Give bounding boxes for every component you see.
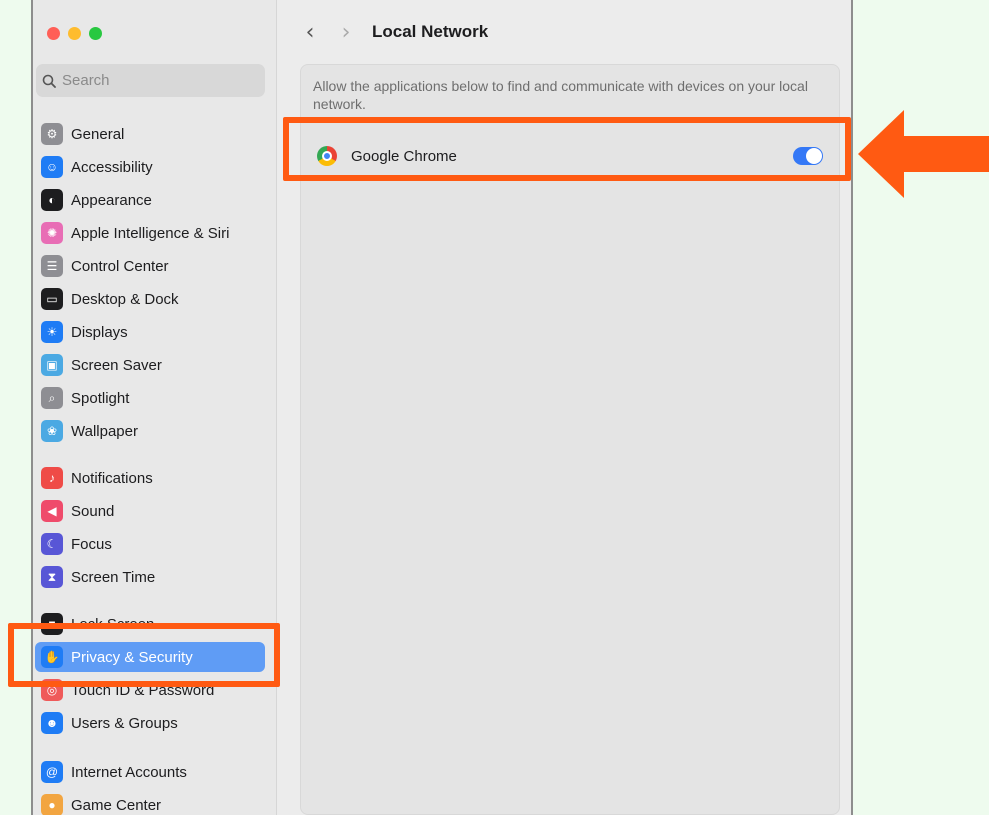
hourglass-icon: ⧗ <box>41 566 63 588</box>
gear-icon: ⚙ <box>41 123 63 145</box>
zoom-window-button[interactable] <box>89 27 102 40</box>
page-title: Local Network <box>372 22 489 41</box>
titlebar: ‹ › Local Network <box>278 0 851 64</box>
bell-icon: ♪ <box>41 467 63 489</box>
sidebar-item-focus[interactable]: ☾ Focus <box>35 529 265 559</box>
sidebar-item-game-center[interactable]: ● Game Center <box>35 790 265 815</box>
search-icon <box>42 74 56 88</box>
sidebar-item-label: Apple Intelligence & Siri <box>71 224 230 242</box>
forward-button[interactable]: › <box>328 20 364 45</box>
speaker-icon: ◀ <box>41 500 63 522</box>
back-button[interactable]: ‹ <box>292 20 328 45</box>
sidebar-item-label: Screen Time <box>71 568 156 586</box>
sidebar-item-label: Users & Groups <box>71 714 178 732</box>
sidebar-item-control-center[interactable]: ☰ Control Center <box>35 251 265 281</box>
sidebar-item-general[interactable]: ⚙ General <box>35 119 265 149</box>
sidebar-item-appearance[interactable]: ◐ Appearance <box>35 185 265 215</box>
sidebar-item-spotlight[interactable]: ⌕ Spotlight <box>35 383 265 413</box>
sidebar-item-users-groups[interactable]: ☻ Users & Groups <box>35 708 265 738</box>
sidebar-item-wallpaper[interactable]: ❀ Wallpaper <box>35 416 265 446</box>
sidebar-item-screen-time[interactable]: ⧗ Screen Time <box>35 562 265 592</box>
search-input[interactable]: Search <box>36 64 265 97</box>
sidebar-item-notifications[interactable]: ♪ Notifications <box>35 463 265 493</box>
screen-saver-icon: ▣ <box>41 354 63 376</box>
panel-description: Allow the applications below to find and… <box>313 78 808 112</box>
siri-icon: ✺ <box>41 222 63 244</box>
chrome-row-highlight <box>283 117 851 181</box>
at-icon: @ <box>41 761 63 783</box>
sidebar-item-label: Spotlight <box>71 389 130 407</box>
magnifier-icon: ⌕ <box>41 387 63 409</box>
sidebar-item-apple-intelligence-siri[interactable]: ✺ Apple Intelligence & Siri <box>35 218 265 248</box>
sidebar-item-label: Appearance <box>71 191 152 209</box>
search-placeholder: Search <box>62 72 110 89</box>
dock-icon: ▭ <box>41 288 63 310</box>
wallpaper-icon: ❀ <box>41 420 63 442</box>
sidebar-item-label: Sound <box>71 502 115 520</box>
game-center-icon: ● <box>41 794 63 815</box>
sidebar-item-label: Internet Accounts <box>71 763 187 781</box>
sidebar-item-label: General <box>71 125 125 143</box>
close-window-button[interactable] <box>47 27 60 40</box>
sidebar: Search ⚙ General ☺ Accessibility ◐ Appearance… <box>33 0 277 815</box>
sidebar-item-screen-saver[interactable]: ▣ Screen Saver <box>35 350 265 380</box>
appearance-icon: ◐ <box>41 189 63 211</box>
sidebar-item-label: Control Center <box>71 257 169 275</box>
control-center-icon: ☰ <box>41 255 63 277</box>
sidebar-item-accessibility[interactable]: ☺ Accessibility <box>35 152 265 182</box>
minimize-window-button[interactable] <box>68 27 81 40</box>
sidebar-item-label: Wallpaper <box>71 422 138 440</box>
annotation-arrow-icon <box>858 110 989 198</box>
sidebar-item-internet-accounts[interactable]: @ Internet Accounts <box>35 757 265 787</box>
sidebar-item-label: Accessibility <box>71 158 153 176</box>
users-icon: ☻ <box>41 712 63 734</box>
moon-icon: ☾ <box>41 533 63 555</box>
sidebar-item-displays[interactable]: ☀ Displays <box>35 317 265 347</box>
sidebar-item-label: Notifications <box>71 469 153 487</box>
sidebar-item-sound[interactable]: ◀ Sound <box>35 496 265 526</box>
traffic-lights <box>47 27 102 40</box>
sidebar-item-label: Desktop & Dock <box>71 290 179 308</box>
sun-icon: ☀ <box>41 321 63 343</box>
sidebar-item-desktop-dock[interactable]: ▭ Desktop & Dock <box>35 284 265 314</box>
sidebar-item-label: Displays <box>71 323 128 341</box>
privacy-security-highlight <box>8 623 280 687</box>
sidebar-item-label: Screen Saver <box>71 356 162 374</box>
accessibility-icon: ☺ <box>41 156 63 178</box>
sidebar-item-label: Focus <box>71 535 112 553</box>
sidebar-item-label: Game Center <box>71 796 162 814</box>
